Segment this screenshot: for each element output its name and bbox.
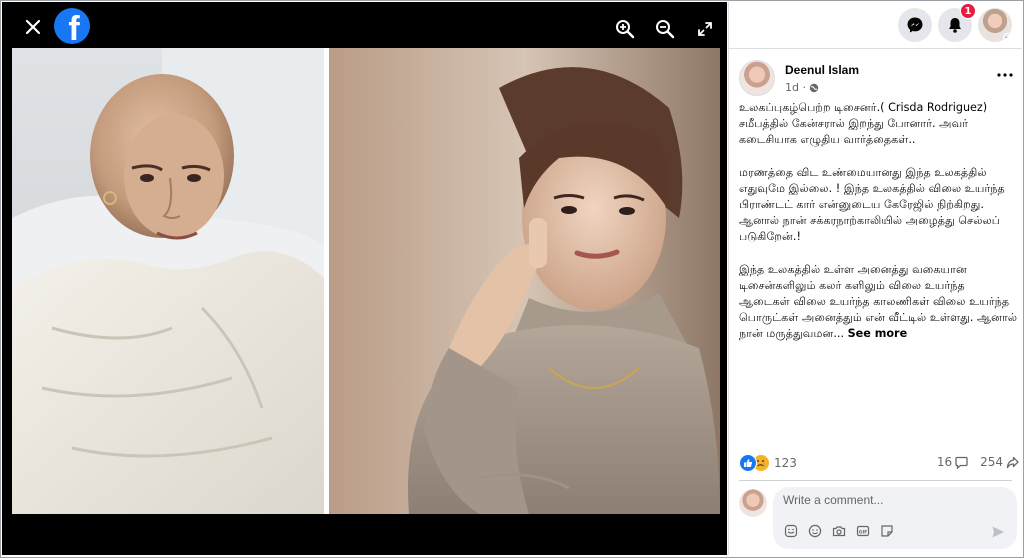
reactions-summary[interactable]: 123 (739, 454, 797, 472)
messenger-icon (907, 17, 923, 33)
post-meta: 1d · (785, 81, 819, 94)
emoji-icon[interactable] (807, 523, 823, 539)
header-divider (729, 48, 1022, 49)
facebook-logo[interactable]: f (54, 8, 90, 44)
commenter-avatar[interactable] (739, 489, 767, 517)
notification-badge: 1 (960, 3, 976, 19)
post-paragraph: மரணத்தை விட உண்மையானது இந்த உலகத்தில் எத… (739, 165, 1005, 244)
post-more-button[interactable] (993, 66, 1017, 84)
zoom-in-icon (616, 20, 635, 39)
comment-input[interactable] (783, 493, 1003, 507)
photo-left-image (12, 48, 324, 514)
comment-icon (955, 456, 968, 469)
svg-text:GIF: GIF (859, 529, 868, 535)
more-horizontal-icon (997, 73, 1013, 77)
shares-count: 254 (980, 455, 1003, 469)
like-icon (739, 454, 757, 472)
fullscreen-button[interactable] (692, 16, 718, 42)
post-photo[interactable] (12, 48, 720, 514)
shares-stat[interactable]: 254 (980, 455, 1019, 469)
photo-right-panel (329, 48, 720, 514)
photo-viewer: f (2, 2, 727, 555)
close-button[interactable] (18, 12, 48, 42)
photo-left-panel (12, 48, 324, 514)
comment-composer: GIF (739, 487, 1019, 549)
post-stats: 123 16 254 (739, 454, 1019, 474)
notifications-button[interactable]: 1 (938, 3, 976, 42)
send-icon (992, 526, 1004, 538)
post-time[interactable]: 1d · (785, 81, 806, 94)
gif-icon[interactable]: GIF (855, 523, 871, 539)
post-side-panel: 1 Deenul Islam 1d · உலகப்புகழ்பெற்ற டிசை… (728, 2, 1022, 555)
avatar[interactable] (978, 8, 1012, 42)
stats-divider (739, 480, 1012, 481)
send-button[interactable] (989, 523, 1007, 541)
camera-icon[interactable] (831, 523, 847, 539)
fullscreen-icon (698, 22, 712, 36)
comments-count: 16 (936, 455, 953, 469)
post-paragraph: இந்த உலகத்தில் உள்ள அனைத்து வகையான டிசைன… (739, 262, 1019, 343)
sticker-face-icon[interactable] (879, 523, 895, 539)
author-name[interactable]: Deenul Islam (785, 63, 859, 77)
post-text: உலகப்புகழ்பெற்ற டிசைனர்.( Crisda Rodrigu… (739, 100, 1019, 343)
post-paragraph: உலகப்புகழ்பெற்ற டிசைனர்.( Crisda Rodrigu… (739, 101, 988, 147)
see-more-link[interactable]: See more (848, 327, 908, 340)
messenger-button[interactable] (898, 8, 932, 42)
close-icon (25, 19, 41, 35)
post-header: Deenul Islam 1d · (739, 60, 1019, 100)
comment-tools: GIF (783, 523, 895, 539)
photo-right-image (329, 48, 720, 514)
author-avatar[interactable] (739, 60, 775, 96)
share-icon (1006, 456, 1019, 468)
comments-stat[interactable]: 16 (937, 455, 968, 469)
bell-icon (949, 18, 961, 33)
stats-right: 16 254 (937, 455, 1019, 469)
globe-icon (809, 83, 819, 92)
reactions-count: 123 (774, 456, 797, 470)
comment-box[interactable]: GIF (773, 487, 1017, 549)
chevron-down-icon (1003, 33, 1012, 42)
zoom-in-button[interactable] (612, 16, 638, 42)
header-actions: 1 (898, 3, 1012, 42)
zoom-out-button[interactable] (652, 16, 678, 42)
zoom-out-icon (656, 20, 675, 39)
sticker-icon[interactable] (783, 523, 799, 539)
